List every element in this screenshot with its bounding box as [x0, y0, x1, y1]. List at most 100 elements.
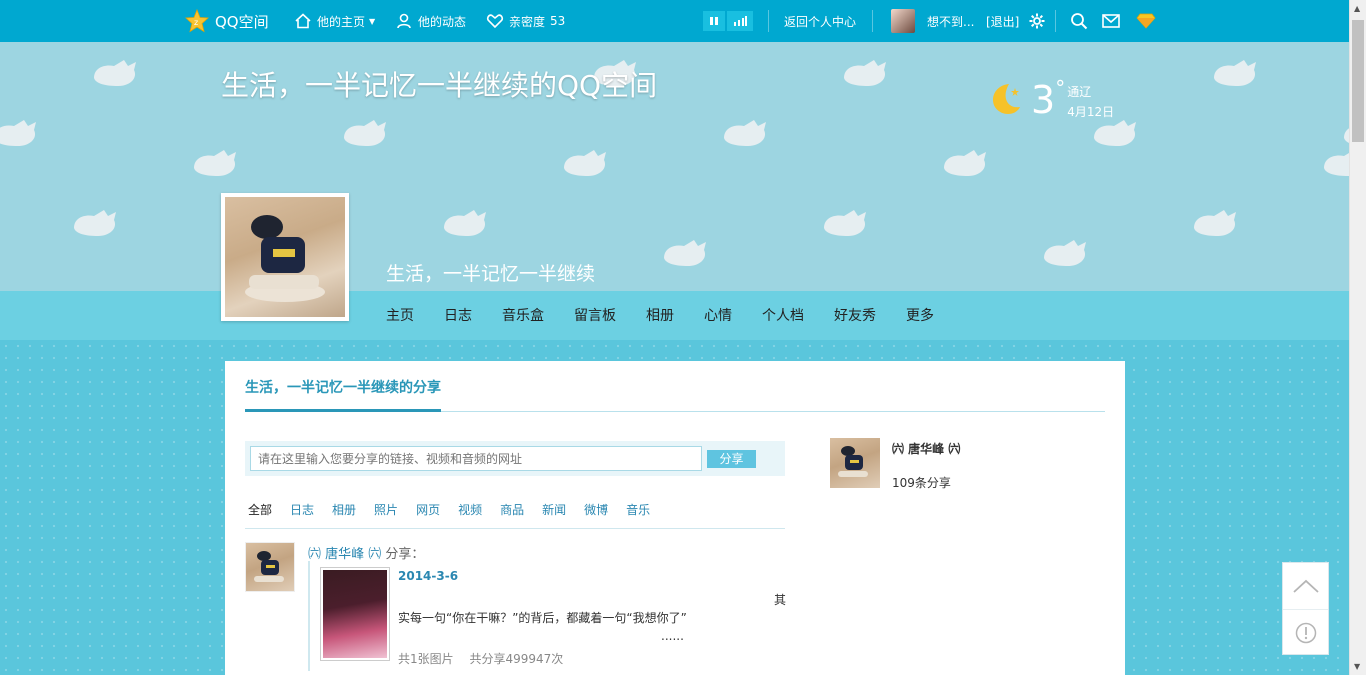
sidebar-avatar[interactable] [830, 438, 880, 488]
chevron-down-icon: ▼ [369, 16, 376, 26]
diamond-icon [1136, 13, 1156, 29]
filter-weibo[interactable]: 微博 [584, 501, 608, 518]
sidebar-share-count: 109条分享 [892, 476, 951, 490]
feed-author-name[interactable]: ㈥ 唐华峰 ㈥ [308, 547, 381, 562]
user-menu[interactable]: 想不到... [891, 0, 974, 42]
moon-icon [993, 84, 1020, 114]
feed-author-avatar[interactable] [245, 542, 295, 592]
settings-button[interactable] [1029, 0, 1045, 42]
feed-image [323, 570, 387, 658]
his-home-menu[interactable]: 他的主页 ▼ [294, 0, 375, 42]
share-button[interactable]: 分享 [707, 450, 756, 468]
tab-more[interactable]: 更多 [906, 291, 934, 340]
page-scrollbar[interactable]: ▲ ▼ [1349, 0, 1366, 675]
weather-city: 通辽 [1067, 85, 1092, 99]
share-url-input[interactable] [250, 446, 702, 471]
back-to-top-button[interactable] [1283, 563, 1328, 609]
divider [245, 528, 785, 529]
divider [872, 10, 873, 32]
gear-icon [1029, 13, 1045, 29]
info-alert-icon [1295, 622, 1316, 643]
space-nav: 主页 日志 音乐盒 留言板 相册 心情 个人档 好友秀 更多 [0, 291, 1349, 340]
feed-ellipsis: ...... [661, 629, 684, 643]
heart-icon [486, 14, 504, 29]
divider [768, 10, 769, 32]
filter-album[interactable]: 相册 [332, 501, 356, 518]
chevron-up-icon [1292, 579, 1319, 593]
profile-photo[interactable] [221, 193, 349, 321]
filter-webpage[interactable]: 网页 [416, 501, 440, 518]
mail-button[interactable] [1102, 0, 1120, 42]
scroll-down-arrow-icon[interactable]: ▼ [1354, 662, 1360, 671]
equalizer-button[interactable] [727, 11, 753, 31]
logout-link[interactable]: [退出] [986, 0, 1019, 42]
filter-news[interactable]: 新闻 [542, 501, 566, 518]
bird-pattern [0, 60, 1349, 266]
pause-icon [710, 17, 718, 25]
his-home-label: 他的主页 [317, 14, 366, 29]
avatar-figure [254, 551, 284, 582]
tab-home[interactable]: 主页 [386, 291, 414, 340]
vip-diamond-button[interactable] [1136, 0, 1156, 42]
weather-date: 4月12日 [1067, 105, 1115, 119]
equalizer-icon [734, 16, 747, 26]
header-banner: 生活，一半记忆一半继续的QQ空间 3 ° 通辽 4月12日 生活，一半记忆一半继… [0, 42, 1349, 291]
profile-name: 生活，一半记忆一半继续 [386, 263, 596, 285]
feed-thumbnail[interactable] [320, 567, 390, 661]
scrollbar-thumb[interactable] [1352, 20, 1364, 142]
feed-stats: 共1张图片 共分享499947次 [398, 650, 563, 667]
home-icon [295, 13, 311, 29]
search-icon [1071, 13, 1088, 30]
tab-friend-show[interactable]: 好友秀 [834, 291, 876, 340]
feed-content: 2014-3-6 其 实每一句“你在干嘛？”的背后，都藏着一句“我想你了” ..… [308, 561, 788, 671]
sidebar-name[interactable]: ㈥ 唐华峰 ㈥ [892, 440, 960, 457]
music-player [703, 11, 753, 31]
feed-share-count: 共分享499947次 [469, 652, 564, 666]
share-form: 分享 [245, 441, 785, 476]
divider [1055, 10, 1056, 32]
brand-text: QQ空间 [215, 12, 269, 31]
filter-product[interactable]: 商品 [500, 501, 524, 518]
tab-blog[interactable]: 日志 [444, 291, 472, 340]
share-filter-tabs: 全部 日志 相册 照片 网页 视频 商品 新闻 微博 音乐 [248, 501, 668, 518]
filter-video[interactable]: 视频 [458, 501, 482, 518]
intimacy-value: 53 [550, 14, 566, 28]
profile-picture [225, 197, 345, 317]
avatar-figure [838, 446, 868, 477]
svg-text:z: z [194, 18, 198, 27]
weather-degree: ° [1055, 76, 1066, 100]
feed-verb: 分享： [385, 547, 425, 562]
tab-music[interactable]: 音乐盒 [502, 291, 544, 340]
intimacy-label: 亲密度 [509, 14, 546, 29]
filter-blog[interactable]: 日志 [290, 501, 314, 518]
weather-widget: 3 ° 通辽 4月12日 [987, 76, 1114, 122]
mail-icon [1102, 14, 1120, 28]
weather-location: 通辽 4月12日 [1067, 82, 1114, 122]
tab-mood[interactable]: 心情 [704, 291, 732, 340]
tab-profile[interactable]: 个人档 [762, 291, 804, 340]
star-logo-icon: z [185, 9, 209, 33]
intimacy-link[interactable]: 亲密度 53 [486, 0, 565, 42]
feed-text: 实每一句“你在干嘛？”的背后，都藏着一句“我想你了” [398, 611, 687, 625]
logout-label: [退出] [986, 14, 1020, 29]
his-feed-label: 他的动态 [418, 14, 467, 29]
filter-music[interactable]: 音乐 [626, 501, 650, 518]
feed-date[interactable]: 2014-3-6 [398, 569, 458, 583]
profile-figure [245, 215, 325, 302]
share-panel: 生活，一半记忆一半继续的分享 分享 全部 日志 相册 照片 网页 视频 商品 新… [225, 361, 1125, 675]
tab-messageboard[interactable]: 留言板 [574, 291, 616, 340]
tab-album[interactable]: 相册 [646, 291, 674, 340]
top-navigation-bar: z QQ空间 他的主页 ▼ 他的动态 亲密度 53 返回个人中心 想不到... … [0, 0, 1349, 42]
pause-button[interactable] [703, 11, 725, 31]
feedback-button[interactable] [1283, 609, 1328, 655]
filter-all[interactable]: 全部 [248, 501, 272, 518]
person-icon [397, 13, 411, 29]
scroll-up-arrow-icon[interactable]: ▲ [1354, 4, 1360, 13]
filter-photo[interactable]: 照片 [374, 501, 398, 518]
qzone-logo[interactable]: z QQ空间 [185, 0, 269, 42]
back-center-label: 返回个人中心 [784, 14, 857, 29]
username: 想不到... [927, 14, 975, 29]
search-button[interactable] [1070, 0, 1088, 42]
back-personal-center-link[interactable]: 返回个人中心 [784, 0, 856, 42]
his-feed-link[interactable]: 他的动态 [395, 0, 466, 42]
